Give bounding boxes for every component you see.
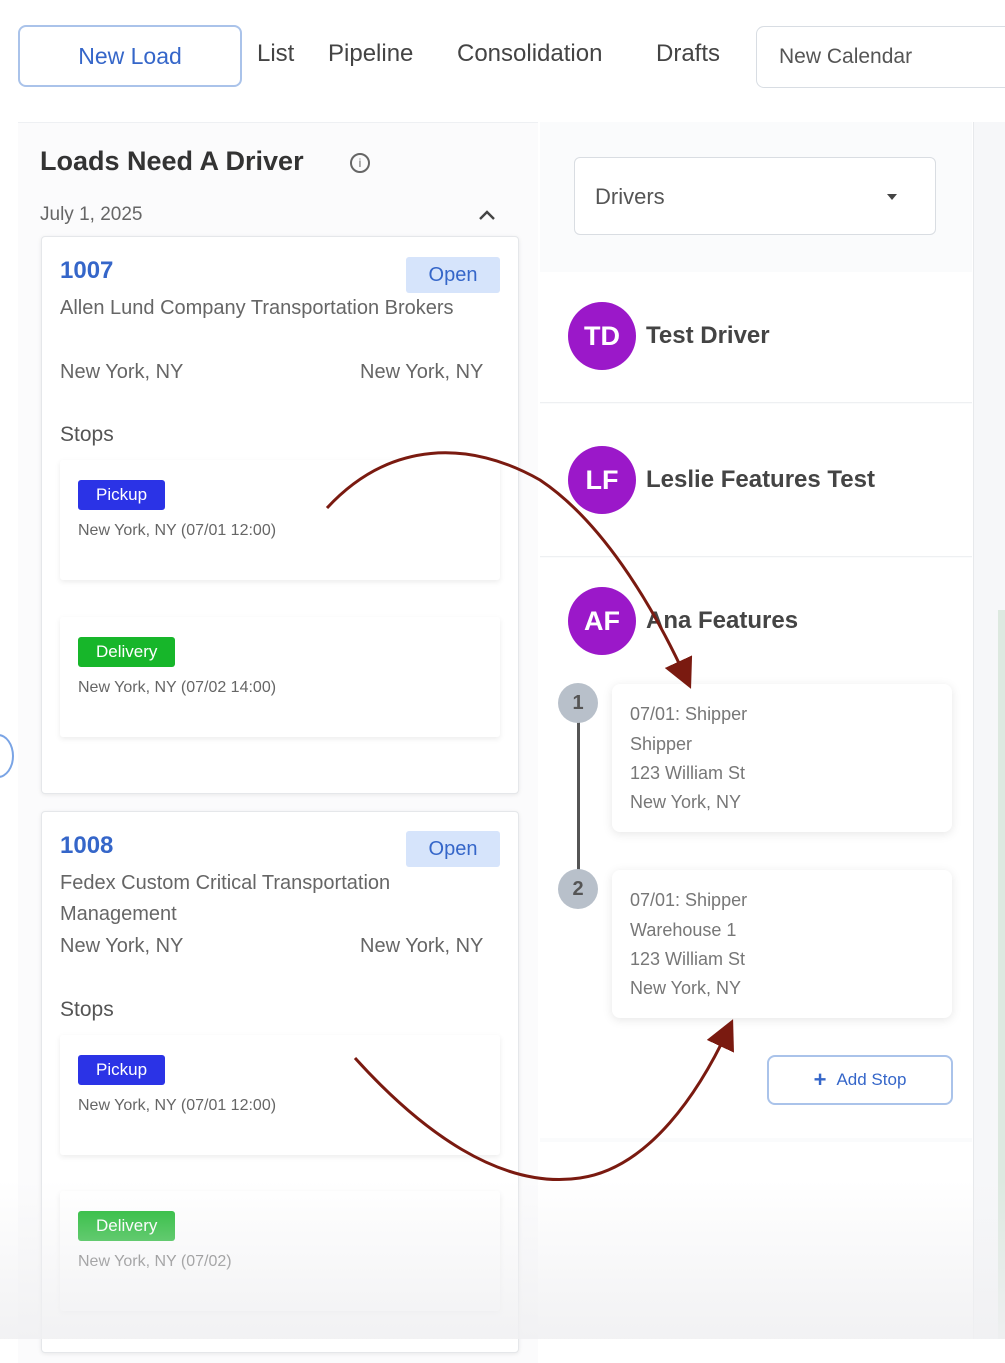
loads-date: July 1, 2025: [40, 204, 143, 225]
load-id[interactable]: 1008: [60, 832, 113, 860]
loads-panel-title: Loads Need A Driver: [40, 146, 304, 176]
load-destination: New York, NY: [360, 935, 484, 957]
stop-detail: New York, NY (07/02): [78, 1253, 232, 1270]
tab-consolidation[interactable]: Consolidation: [457, 40, 602, 68]
add-stop-button[interactable]: + Add Stop: [767, 1055, 953, 1105]
add-stop-label: Add Stop: [836, 1070, 907, 1089]
stop-item[interactable]: Pickup New York, NY (07/01 12:00): [60, 1035, 500, 1155]
route-stop-line: Warehouse 1: [630, 920, 737, 940]
driver-name: Ana Features: [646, 607, 799, 634]
status-badge: Open: [406, 831, 500, 867]
route-stop-line: New York, NY: [630, 792, 742, 812]
load-company: Allen Lund Company Transportation Broker…: [60, 297, 454, 319]
route-stop-line: 07/01: Shipper: [630, 890, 748, 910]
tab-list[interactable]: List: [257, 40, 294, 68]
driver-row[interactable]: TD Test Driver: [540, 272, 972, 403]
chevron-up-icon[interactable]: [478, 206, 496, 224]
plus-icon: +: [813, 1067, 827, 1092]
route-stop-card[interactable]: 07/01: Shipper Shipper 123 William St Ne…: [612, 684, 952, 832]
delivery-tag: Delivery: [78, 637, 176, 667]
load-id[interactable]: 1007: [60, 257, 113, 285]
route-stop-line: Shipper: [630, 734, 693, 754]
stop-detail: New York, NY (07/02 14:00): [78, 679, 277, 696]
driver-row-expanded[interactable]: AF Ana Features: [540, 558, 972, 1138]
load-destination: New York, NY: [360, 361, 484, 383]
delivery-tag: Delivery: [78, 1211, 176, 1241]
driver-name: Leslie Features Test: [646, 466, 875, 493]
stop-number: 2: [558, 869, 598, 909]
new-calendar-input[interactable]: New Calendar: [756, 26, 1005, 88]
route-stop-line: 123 William St: [630, 763, 746, 783]
route-stop-line: New York, NY: [630, 978, 742, 998]
panel-toggle-handle[interactable]: [0, 734, 14, 778]
tab-pipeline[interactable]: Pipeline: [328, 40, 413, 68]
stop-detail: New York, NY (07/01 12:00): [78, 522, 277, 539]
load-company: Fedex Custom Critical Transportation Man…: [60, 872, 391, 925]
driver-name: Test Driver: [646, 322, 770, 349]
info-icon[interactable]: i: [350, 153, 370, 173]
stop-number: 1: [558, 683, 598, 723]
new-load-button[interactable]: New Load: [18, 25, 242, 87]
stop-item[interactable]: Pickup New York, NY (07/01 12:00): [60, 460, 500, 580]
caret-down-icon: [887, 194, 897, 200]
load-card[interactable]: 1008 Open Fedex Custom Critical Transpor…: [41, 811, 519, 1353]
route-timeline: [577, 722, 580, 872]
avatar: AF: [568, 587, 636, 655]
driver-row[interactable]: LF Leslie Features Test: [540, 404, 972, 557]
pickup-tag: Pickup: [78, 1055, 166, 1085]
stop-item[interactable]: Delivery New York, NY (07/02): [60, 1191, 500, 1311]
tab-drafts[interactable]: Drafts: [656, 40, 720, 68]
route-stop-line: 123 William St: [630, 949, 746, 969]
pickup-tag: Pickup: [78, 480, 166, 510]
map-edge: [998, 610, 1005, 1339]
top-navigation: New Load List Pipeline Consolidation Dra…: [0, 0, 1005, 118]
load-origin: New York, NY: [60, 935, 184, 957]
stop-item[interactable]: Delivery New York, NY (07/02 14:00): [60, 617, 500, 737]
load-card[interactable]: 1007 Open Allen Lund Company Transportat…: [41, 236, 519, 794]
route-stop-card[interactable]: 07/01: Shipper Warehouse 1 123 William S…: [612, 870, 952, 1018]
drivers-select-label: Drivers: [595, 184, 665, 209]
route-stop-line: 07/01: Shipper: [630, 704, 748, 724]
stop-detail: New York, NY (07/01 12:00): [78, 1097, 277, 1114]
load-origin: New York, NY: [60, 361, 184, 383]
stops-label: Stops: [60, 423, 114, 446]
stops-label: Stops: [60, 998, 114, 1021]
avatar: LF: [568, 446, 636, 514]
drivers-select[interactable]: Drivers: [574, 157, 936, 235]
avatar: TD: [568, 302, 636, 370]
status-badge: Open: [406, 257, 500, 293]
